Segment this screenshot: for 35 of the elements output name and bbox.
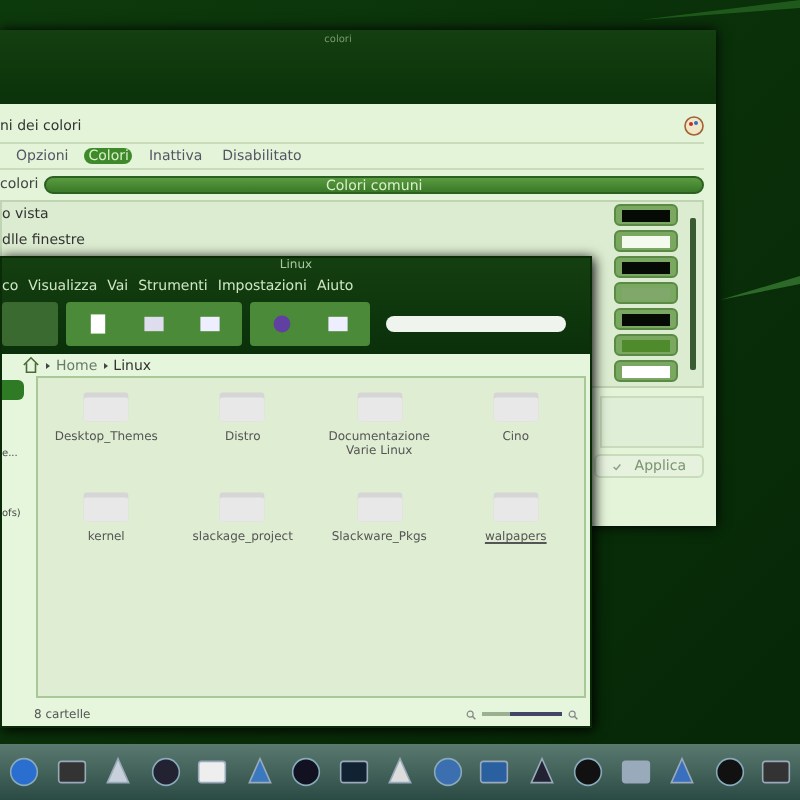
home-icon[interactable]: [22, 356, 40, 374]
app-icon[interactable]: [478, 756, 510, 788]
app-icon[interactable]: [431, 756, 463, 788]
color-swatch-button[interactable]: [614, 360, 678, 382]
app-icon[interactable]: [149, 756, 181, 788]
color-swatch-button[interactable]: [614, 204, 678, 226]
app-icon[interactable]: [572, 756, 604, 788]
color-swatch-button[interactable]: [614, 308, 678, 330]
app-icon[interactable]: [55, 756, 87, 788]
preview-box: [600, 396, 704, 448]
app-icon[interactable]: [290, 756, 322, 788]
app-icon[interactable]: [384, 756, 416, 788]
app-icon[interactable]: [243, 756, 275, 788]
app-icon[interactable]: [337, 756, 369, 788]
app-icon[interactable]: [619, 756, 651, 788]
light-streak: [720, 276, 800, 300]
palette-icon: [684, 116, 704, 136]
search-field[interactable]: [386, 316, 566, 332]
app-icon[interactable]: [8, 756, 40, 788]
check-icon: [612, 461, 623, 471]
app-icon[interactable]: [196, 756, 228, 788]
app-icon[interactable]: [666, 756, 698, 788]
zoom-in-icon[interactable]: [568, 709, 578, 719]
app-icon[interactable]: [525, 756, 557, 788]
app-icon[interactable]: [713, 756, 745, 788]
arrow-icon: [44, 361, 52, 369]
color-swatch-button[interactable]: [614, 256, 678, 278]
scrollbar[interactable]: [690, 218, 696, 370]
color-swatch-button[interactable]: [614, 282, 678, 304]
sidebar-button[interactable]: [2, 380, 24, 400]
app-icon[interactable]: [102, 756, 134, 788]
app-icon[interactable]: [760, 756, 792, 788]
zoom-out-icon[interactable]: [466, 709, 476, 719]
color-swatch-button[interactable]: [614, 334, 678, 356]
color-swatch-button[interactable]: [614, 230, 678, 252]
